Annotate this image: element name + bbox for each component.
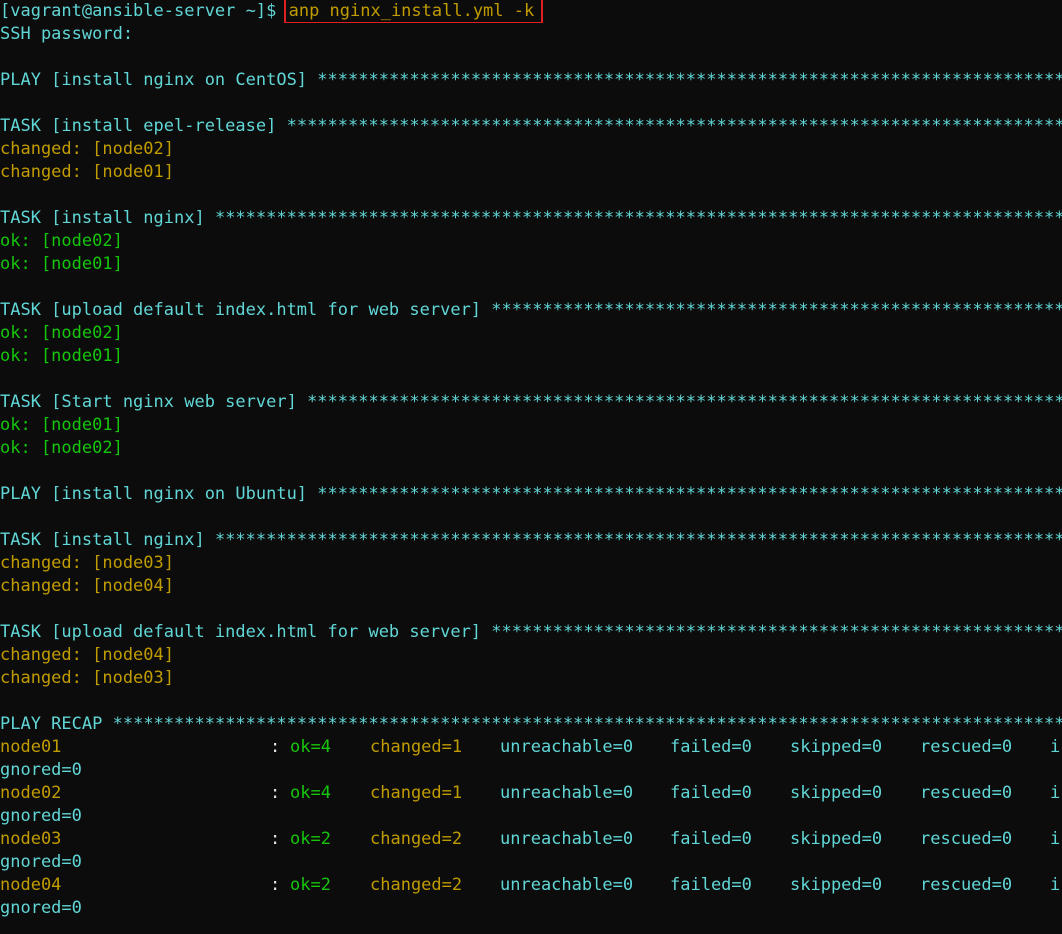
terminal-window[interactable]: [vagrant@ansible-server ~]$ anp nginx_in… [0,0,1062,934]
task-result: changed: [node04] [0,645,174,665]
recap-skipped: skipped=0 [790,737,883,757]
recap-unreachable: unreachable=0 [500,829,634,849]
play-header-stars: ****************************************… [317,484,1062,504]
recap-ignored-head: i [1050,875,1061,895]
recap-colon: : [270,783,281,803]
task-header-stars: ****************************************… [286,116,1062,136]
recap-ok: ok=2 [290,875,331,895]
play-header: PLAY [install nginx on CentOS] [0,70,308,90]
recap-ok: ok=4 [290,737,331,757]
recap-rescued: rescued=0 [920,783,1013,803]
task-header-stars: ****************************************… [214,208,1062,228]
task-result: ok: [node02] [0,231,123,251]
recap-rescued: rescued=0 [920,875,1013,895]
recap-ignored-tail: gnored=0 [0,760,82,780]
task-header-line: TASK [install epel-release] ************… [0,115,1062,138]
play-header-stars: ****************************************… [317,70,1062,90]
recap-host: node01 [0,737,62,757]
recap-host: node02 [0,783,62,803]
recap-ignored-head: i [1050,783,1061,803]
recap-ok: ok=2 [290,829,331,849]
recap-colon: : [270,737,281,757]
prompt-line: [vagrant@ansible-server ~]$ anp nginx_in… [0,0,1062,23]
recap-changed: changed=2 [370,875,463,895]
task-result: changed: [node01] [0,162,174,182]
task-header: TASK [install nginx] [0,530,205,550]
recap-unreachable: unreachable=0 [500,737,634,757]
task-header: TASK [upload default index.html for web … [0,300,482,320]
recap-ignored-head: i [1050,829,1061,849]
task-header-line: TASK [upload default index.html for web … [0,299,1062,322]
recap-header-line: PLAY RECAP *****************************… [0,713,1062,736]
recap-header: PLAY RECAP [0,714,103,734]
recap-unreachable: unreachable=0 [500,875,634,895]
task-result: ok: [node01] [0,346,123,366]
task-result: changed: [node03] [0,553,174,573]
recap-rescued: rescued=0 [920,829,1013,849]
recap-failed: failed=0 [670,875,752,895]
task-header-line: TASK [install nginx] *******************… [0,207,1062,230]
recap-failed: failed=0 [670,783,752,803]
task-header-stars: ****************************************… [307,392,1062,412]
task-result: changed: [node04] [0,576,174,596]
plays-output: PLAY [install nginx on CentOS] *********… [0,69,1062,713]
recap-ignored-tail: gnored=0 [0,852,82,872]
task-result: ok: [node02] [0,438,123,458]
task-header: TASK [install epel-release] [0,116,277,136]
ssh-password-prompt: SSH password: [0,24,134,44]
recap-row: node02: ok=4 changed=1 unreachable=0 failed=… [0,782,1062,805]
recap-changed: changed=2 [370,829,463,849]
task-header-line: TASK [Start nginx web server] **********… [0,391,1062,414]
task-result: ok: [node01] [0,254,123,274]
recap-row: node03: ok=2 changed=2 unreachable=0 failed=… [0,828,1062,851]
recap-changed: changed=1 [370,783,463,803]
recap-ok: ok=4 [290,783,331,803]
task-result: ok: [node01] [0,415,123,435]
recap-host: node03 [0,829,62,849]
recap-row: node04: ok=2 changed=2 unreachable=0 failed=… [0,874,1062,897]
recap-ignored-head: i [1050,737,1061,757]
task-result: ok: [node02] [0,323,123,343]
recap-changed: changed=1 [370,737,463,757]
recap-table: node01: ok=4 changed=1 unreachable=0 failed=… [0,736,1062,920]
recap-ignored-tail: gnored=0 [0,898,82,918]
shell-prompt: [vagrant@ansible-server ~]$ [0,1,277,21]
recap-host: node04 [0,875,62,895]
task-header-stars: ****************************************… [491,622,1062,642]
task-result: changed: [node03] [0,668,174,688]
command-text[interactable]: anp nginx_install.yml -k [283,0,544,23]
recap-rescued: rescued=0 [920,737,1013,757]
play-header: PLAY [install nginx on Ubuntu] [0,484,308,504]
recap-colon: : [270,875,281,895]
recap-row: node01: ok=4 changed=1 unreachable=0 failed=… [0,736,1062,759]
play-header-line: PLAY [install nginx on Ubuntu] *********… [0,483,1062,506]
task-header: TASK [upload default index.html for web … [0,622,482,642]
task-header-line: TASK [upload default index.html for web … [0,621,1062,644]
recap-skipped: skipped=0 [790,783,883,803]
recap-colon: : [270,829,281,849]
recap-skipped: skipped=0 [790,829,883,849]
task-header-line: TASK [install nginx] *******************… [0,529,1062,552]
task-header-stars: ****************************************… [214,530,1062,550]
recap-failed: failed=0 [670,737,752,757]
task-header-stars: ****************************************… [491,300,1062,320]
recap-skipped: skipped=0 [790,875,883,895]
task-result: changed: [node02] [0,139,174,159]
task-header: TASK [Start nginx web server] [0,392,297,412]
recap-failed: failed=0 [670,829,752,849]
task-header: TASK [install nginx] [0,208,205,228]
recap-unreachable: unreachable=0 [500,783,634,803]
recap-stars: ****************************************… [112,714,1062,734]
play-header-line: PLAY [install nginx on CentOS] *********… [0,69,1062,92]
recap-ignored-tail: gnored=0 [0,806,82,826]
